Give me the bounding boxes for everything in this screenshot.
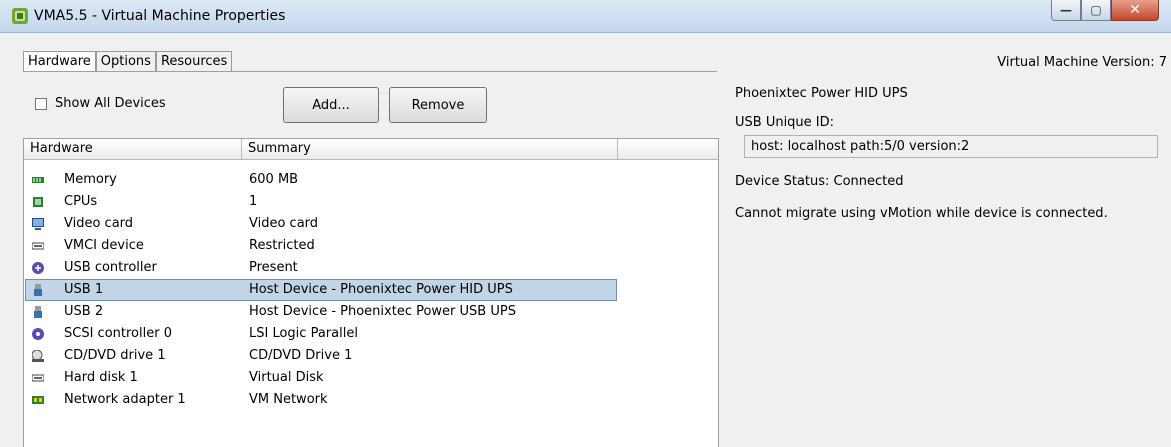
remove-button[interactable]: Remove xyxy=(389,87,487,123)
table-row[interactable]: Network adapter 1 VM Network xyxy=(24,389,718,411)
scsi-controller-icon xyxy=(32,328,44,340)
column-header-summary[interactable]: Summary xyxy=(242,139,618,159)
row-summary: 1 xyxy=(249,194,258,209)
tab-options[interactable]: Options xyxy=(95,51,156,71)
table-row[interactable]: Hard disk 1 Virtual Disk xyxy=(24,367,718,389)
migration-note: Cannot migrate using vMotion while devic… xyxy=(735,206,1108,221)
show-all-devices-checkbox[interactable] xyxy=(35,97,47,110)
usb-device-icon xyxy=(34,306,42,318)
minimize-button[interactable]: — xyxy=(1051,0,1081,21)
row-summary: Present xyxy=(249,260,298,275)
hard-disk-icon xyxy=(32,374,44,382)
row-summary: Virtual Disk xyxy=(249,370,324,385)
row-hardware-name: CD/DVD drive 1 xyxy=(64,348,166,363)
maximize-icon: ▢ xyxy=(1090,3,1102,17)
table-row[interactable]: CD/DVD drive 1 CD/DVD Drive 1 xyxy=(24,345,718,367)
device-details-panel: Phoenixtec Power HID UPS USB Unique ID: … xyxy=(718,72,1171,446)
row-hardware-name: VMCI device xyxy=(64,238,144,253)
row-summary: Video card xyxy=(249,216,319,231)
close-button[interactable]: ✕ xyxy=(1111,0,1159,21)
window-controls: — ▢ ✕ xyxy=(1051,0,1159,22)
table-row[interactable]: VMCI device Restricted xyxy=(24,235,718,257)
usb-id-field[interactable]: host: localhost path:5/0 version:2 xyxy=(744,135,1158,158)
table-row[interactable]: CPUs 1 xyxy=(24,191,718,213)
cd-drive-icon xyxy=(32,350,44,362)
close-icon: ✕ xyxy=(1129,2,1141,18)
device-status: Device Status: Connected xyxy=(735,174,904,189)
row-summary: LSI Logic Parallel xyxy=(249,326,358,341)
row-hardware-name: Hard disk 1 xyxy=(64,370,138,385)
cpu-icon xyxy=(33,197,43,207)
device-title: Phoenixtec Power HID UPS xyxy=(735,86,908,101)
usb-device-icon xyxy=(34,284,42,296)
usb-controller-icon xyxy=(32,262,44,274)
show-all-devices-option[interactable]: Show All Devices xyxy=(35,96,166,111)
tab-bar: Hardware Options Resources xyxy=(23,51,233,71)
row-hardware-name: USB 1 xyxy=(64,282,104,297)
row-summary: Restricted xyxy=(249,238,315,253)
table-header: Hardware Summary xyxy=(24,139,718,160)
table-row[interactable]: SCSI controller 0 LSI Logic Parallel xyxy=(24,323,718,345)
row-hardware-name: USB 2 xyxy=(64,304,104,319)
vm-version-label: Virtual Machine Version: 7 xyxy=(997,55,1167,70)
row-summary: Host Device - Phoenixtec Power USB UPS xyxy=(249,304,516,319)
minimize-icon: — xyxy=(1060,3,1072,17)
table-row[interactable]: Video card Video card xyxy=(24,213,718,235)
row-hardware-name: USB controller xyxy=(64,260,157,275)
row-summary: Host Device - Phoenixtec Power HID UPS xyxy=(249,282,513,297)
tab-hardware[interactable]: Hardware xyxy=(23,51,96,71)
device-icon xyxy=(32,242,44,250)
table-row[interactable]: Memory 600 MB xyxy=(24,169,718,191)
row-hardware-name: Video card xyxy=(64,216,134,231)
hardware-list: Hardware Summary Memory 600 MB CPUs 1 Vi… xyxy=(23,138,719,447)
row-hardware-name: Network adapter 1 xyxy=(64,392,186,407)
row-hardware-name: CPUs xyxy=(64,194,98,209)
table-row[interactable]: USB 2 Host Device - Phoenixtec Power USB… xyxy=(24,301,718,323)
show-all-devices-label: Show All Devices xyxy=(55,96,166,111)
add-button[interactable]: Add... xyxy=(283,87,379,123)
row-summary: 600 MB xyxy=(249,172,299,187)
memory-icon xyxy=(32,177,44,183)
row-hardware-name: SCSI controller 0 xyxy=(64,326,172,341)
tab-divider xyxy=(23,71,717,72)
table-row[interactable]: USB controller Present xyxy=(24,257,718,279)
tab-resources[interactable]: Resources xyxy=(155,51,233,71)
column-header-hardware[interactable]: Hardware xyxy=(24,139,242,159)
monitor-icon xyxy=(32,218,44,230)
row-summary: VM Network xyxy=(249,392,328,407)
title-bar: VMA5.5 - Virtual Machine Properties — ▢ … xyxy=(0,0,1171,33)
usb-id-label: USB Unique ID: xyxy=(735,115,835,130)
vm-app-icon xyxy=(12,8,28,24)
window-title: VMA5.5 - Virtual Machine Properties xyxy=(34,8,286,24)
row-summary: CD/DVD Drive 1 xyxy=(249,348,353,363)
row-hardware-name: Memory xyxy=(64,172,117,187)
maximize-button[interactable]: ▢ xyxy=(1081,0,1111,21)
network-adapter-icon xyxy=(32,396,44,404)
table-row-selected[interactable]: USB 1 Host Device - Phoenixtec Power HID… xyxy=(24,279,718,301)
